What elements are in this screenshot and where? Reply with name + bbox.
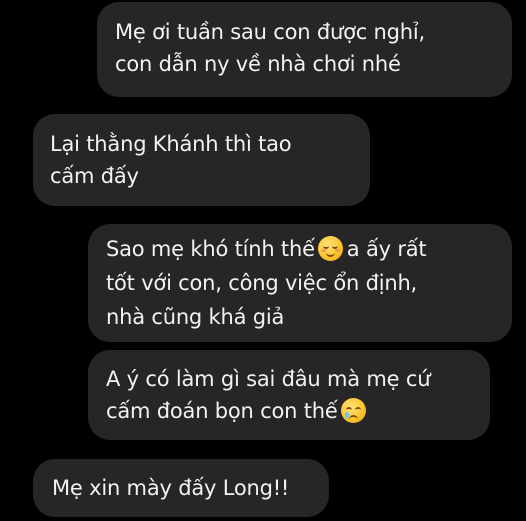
message-bubble-received[interactable]: Lại thằng Khánh thì tao cấm đấy bbox=[33, 114, 370, 206]
relieved-face-icon bbox=[317, 236, 343, 261]
message-bubble-sent[interactable]: Mẹ ơi tuần sau con được nghỉ, con dẫn ny… bbox=[97, 2, 512, 97]
message-text: Lại thằng Khánh thì tao bbox=[50, 132, 292, 156]
face-holding-back-tears-icon bbox=[340, 398, 366, 423]
message-text: cấm đoán bọn con thế bbox=[106, 399, 338, 423]
message-bubble-received[interactable]: Mẹ xin mày đấy Long!! bbox=[33, 459, 329, 517]
message-text: tốt với con, công việc ổn định, bbox=[106, 271, 418, 295]
message-text: a ấy rất bbox=[346, 237, 427, 261]
message-bubble-sent[interactable]: A ý có làm gì sai đâu mà mẹ cứ cấm đoán … bbox=[88, 350, 490, 440]
chat-thread: Mẹ ơi tuần sau con được nghỉ, con dẫn ny… bbox=[0, 0, 526, 521]
message-text: nhà cũng khá giả bbox=[106, 305, 285, 329]
message-text: con dẫn ny về nhà chơi nhé bbox=[115, 52, 401, 76]
message-text: Mẹ ơi tuần sau con được nghỉ, bbox=[115, 20, 426, 44]
message-text: A ý có làm gì sai đâu mà mẹ cứ bbox=[106, 367, 431, 391]
message-text-line: cấm đoán bọn con thế bbox=[106, 395, 490, 427]
message-text-line: Sao mẹ khó tính thế a ấy rất bbox=[106, 232, 512, 266]
message-text: Mẹ xin mày đấy Long!! bbox=[52, 476, 290, 500]
message-text: cấm đấy bbox=[50, 164, 139, 188]
message-text: Sao mẹ khó tính thế bbox=[106, 237, 315, 261]
message-bubble-sent[interactable]: Sao mẹ khó tính thế a ấy rất tốt với con,… bbox=[88, 224, 512, 342]
